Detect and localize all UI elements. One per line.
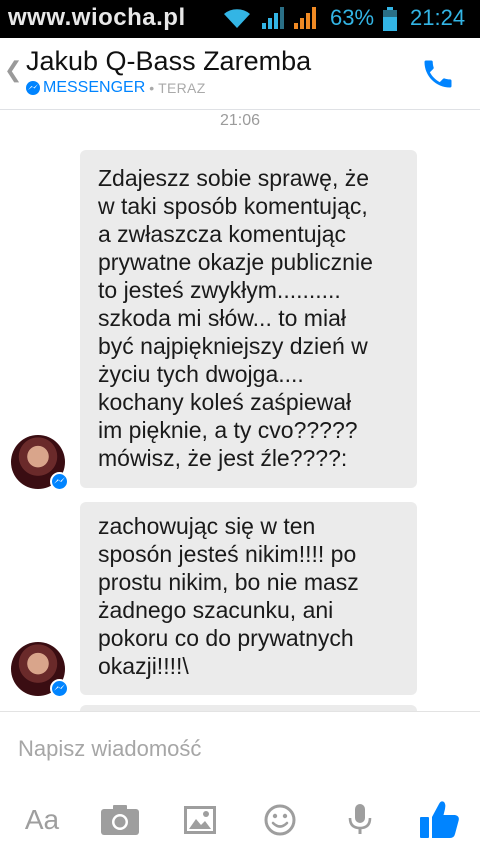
gallery-icon[interactable] [182, 798, 218, 842]
back-chevron-icon[interactable]: ❮ [4, 58, 22, 83]
phone-icon[interactable] [420, 56, 456, 96]
battery-icon [383, 7, 397, 35]
messenger-icon [50, 679, 69, 698]
status-time: TERAZ [158, 80, 206, 96]
clock: 21:24 [410, 5, 466, 30]
battery-percent: 63% [330, 5, 375, 30]
message-input[interactable] [18, 734, 458, 764]
contact-name[interactable]: Jakub Q-Bass Zaremba [26, 46, 311, 77]
message-bubble[interactable]: Zdajeszz sobie sprawę, że w taki sposób … [80, 150, 417, 488]
messenger-icon [26, 81, 40, 95]
camera-icon[interactable] [100, 798, 140, 842]
watermark: www.wiocha.pl [8, 4, 186, 31]
composer-toolbar: Aa [0, 798, 480, 842]
avatar[interactable] [11, 435, 69, 491]
wifi-icon [222, 6, 252, 34]
signal-icon [294, 7, 320, 33]
message-timestamp: 21:06 [219, 112, 261, 129]
microphone-icon[interactable] [346, 798, 374, 842]
separator: • [149, 80, 155, 96]
conversation-header: ❮ Jakub Q-Bass Zaremba MESSENGER • TERAZ [0, 38, 480, 110]
signal-icon [262, 7, 288, 33]
font-button[interactable]: Aa [22, 798, 62, 842]
messenger-icon [50, 472, 69, 491]
status-bar: www.wiocha.pl 63% 21:24 [0, 0, 480, 38]
avatar[interactable] [11, 642, 69, 698]
composer: Aa [0, 711, 480, 854]
emoji-icon[interactable] [262, 798, 298, 842]
message-bubble[interactable]: zachowując się w ten sposón jesteś nikim… [80, 502, 417, 695]
conversation-subtitle: MESSENGER • TERAZ [26, 79, 206, 97]
thumbs-up-icon[interactable] [418, 798, 462, 842]
source-label: MESSENGER [43, 79, 146, 96]
